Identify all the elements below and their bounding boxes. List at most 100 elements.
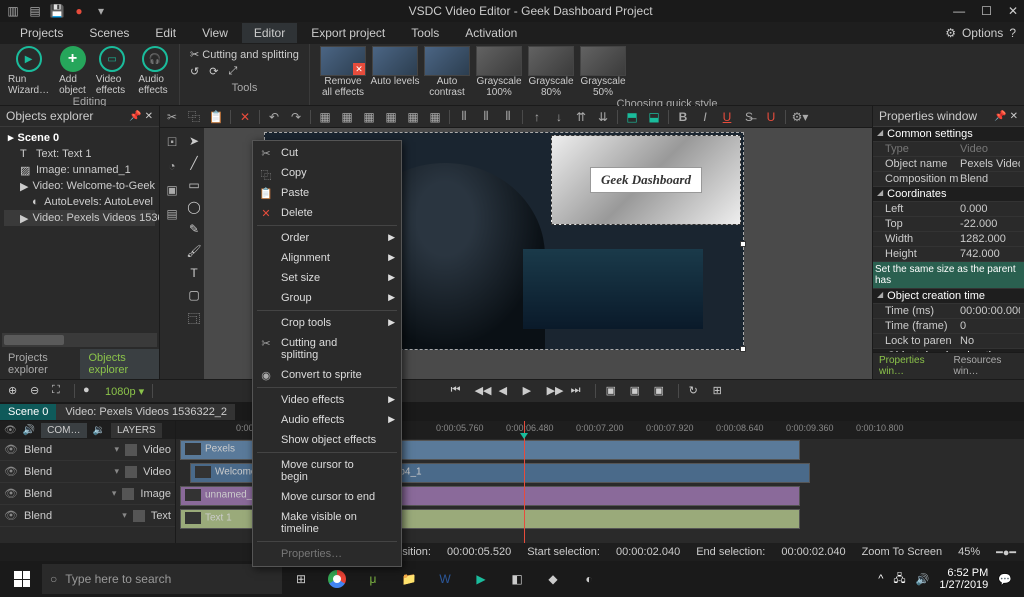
scene-tab[interactable]: Scene 0 <box>0 404 57 420</box>
st-brush-icon[interactable]: 🖌 <box>186 244 201 258</box>
tb-align2-icon[interactable]: ▦ <box>339 109 355 125</box>
style-auto-contrast[interactable]: Auto contrast <box>422 46 472 98</box>
tp-last-icon[interactable]: ⏭ <box>571 384 585 398</box>
tab-properties[interactable]: Properties win… <box>873 353 948 379</box>
tb-strike-icon[interactable]: S̶ <box>741 109 757 125</box>
ctx-cut-split[interactable]: ✂Cutting and splitting <box>253 333 401 365</box>
tp-mark1-icon[interactable]: ▣ <box>606 384 620 398</box>
tb-app1-icon[interactable]: ◧ <box>500 564 534 594</box>
track-header-3[interactable]: 👁Blend▾Image <box>0 483 175 505</box>
tb-order1-icon[interactable]: ↑ <box>529 109 545 125</box>
tab-resources[interactable]: Resources win… <box>948 353 1024 379</box>
tree-text-item[interactable]: TText: Text 1 <box>4 146 155 162</box>
ctx-sprite[interactable]: ◉Convert to sprite <box>253 365 401 385</box>
tb-dist1-icon[interactable]: ⫴ <box>456 109 472 125</box>
qat-open-icon[interactable]: ▤ <box>28 4 42 18</box>
props-pin-icon[interactable]: 📌 ✕ <box>994 111 1018 122</box>
style-auto-levels[interactable]: Auto levels <box>370 46 420 98</box>
st-ellipse-icon[interactable]: ◯ <box>187 200 200 214</box>
tp-mark3-icon[interactable]: ▣ <box>654 384 668 398</box>
lock-field[interactable]: No <box>960 335 1020 347</box>
ctx-cursor-begin[interactable]: Move cursor to begin <box>253 455 401 487</box>
tb-align4-icon[interactable]: ▦ <box>383 109 399 125</box>
menu-scenes[interactable]: Scenes <box>77 23 141 43</box>
tp-fwd-icon[interactable]: ▶▶ <box>547 384 561 398</box>
gear-icon[interactable]: ⚙ <box>945 26 956 40</box>
tb-dist3-icon[interactable]: ⫴ <box>500 109 516 125</box>
ctx-visible[interactable]: Make visible on timeline <box>253 507 401 539</box>
help-icon[interactable]: ? <box>1009 26 1016 40</box>
ctx-paste[interactable]: 📋Paste <box>253 183 401 203</box>
tray-up-icon[interactable]: ^ <box>878 573 883 585</box>
tb-chrome-icon[interactable] <box>320 564 354 594</box>
tray-net-icon[interactable]: 🖧 <box>893 570 905 589</box>
rotate-icon[interactable]: ⟳ <box>209 65 218 78</box>
ctx-cursor-end[interactable]: Move cursor to end <box>253 487 401 507</box>
ctx-show-fx[interactable]: Show object effects <box>253 430 401 450</box>
qat-record-icon[interactable]: ● <box>72 4 86 18</box>
tab-objects-explorer[interactable]: Objects explorer <box>80 349 159 379</box>
tb-more-icon[interactable]: ⚙▾ <box>792 109 808 125</box>
style-gray-50[interactable]: Grayscale 50% <box>578 46 628 98</box>
tp-snap-icon[interactable]: ⊞ <box>713 384 727 398</box>
playhead[interactable] <box>524 421 525 543</box>
pg-oct-header[interactable]: Object creation time <box>873 289 1024 304</box>
tb-explorer-icon[interactable]: 📁 <box>392 564 426 594</box>
tp-zoom-out-icon[interactable]: ⊖ <box>30 384 44 398</box>
cutting-splitting-button[interactable]: ✂ Cutting and splitting <box>190 48 299 61</box>
st-chart-icon[interactable]: ⿹ <box>188 310 200 327</box>
vt-chart2-icon[interactable]: ◔ <box>164 158 180 174</box>
zoom-slider[interactable]: ━●━ <box>996 546 1016 559</box>
style-gray-80[interactable]: Grayscale 80% <box>526 46 576 98</box>
tb-dist2-icon[interactable]: ⫴ <box>478 109 494 125</box>
tb-delete-icon[interactable]: ✕ <box>237 109 253 125</box>
ctx-crop[interactable]: Crop tools▶ <box>253 313 401 333</box>
qat-options-icon[interactable]: ▾ <box>94 4 108 18</box>
tb-italic-icon[interactable]: I <box>697 109 713 125</box>
th-com-tab[interactable]: COM… <box>41 423 86 438</box>
minimize-button[interactable]: — <box>953 4 965 18</box>
tp-rec-icon[interactable]: ● <box>83 384 97 398</box>
tb-order3-icon[interactable]: ⇈ <box>573 109 589 125</box>
track-header-4[interactable]: 👁Blend▾Text <box>0 505 175 527</box>
start-button[interactable] <box>4 564 40 594</box>
ctx-alignment[interactable]: Alignment▶ <box>253 248 401 268</box>
st-pen-icon[interactable]: ✎ <box>189 222 199 236</box>
style-gray-100[interactable]: Grayscale 100% <box>474 46 524 98</box>
tb-order2-icon[interactable]: ↓ <box>551 109 567 125</box>
add-object-button[interactable]: +Add object <box>59 46 86 96</box>
th-eye-icon[interactable]: 👁 <box>4 425 17 436</box>
track-header-1[interactable]: 👁Blend▾Video <box>0 439 175 461</box>
ctx-cut[interactable]: ✂Cut <box>253 143 401 163</box>
top-field[interactable]: -22.000 <box>960 218 1020 230</box>
ctx-copy[interactable]: ⿻Copy <box>253 163 401 183</box>
run-wizard-button[interactable]: ▶Run Wizard… <box>8 46 49 96</box>
tab-projects-explorer[interactable]: Projects explorer <box>0 349 80 379</box>
qat-new-icon[interactable]: ▥ <box>6 4 20 18</box>
tree-autolevels-item[interactable]: ◐AutoLevels: AutoLevel <box>4 194 155 210</box>
tp-play-icon[interactable]: ▶ <box>523 384 537 398</box>
audio-effects-button[interactable]: 🎧Audio effects <box>138 46 171 96</box>
tp-zoom-in-icon[interactable]: ⊕ <box>8 384 22 398</box>
tb-utorrent-icon[interactable]: μ <box>356 564 390 594</box>
title-overlay[interactable]: Geek Dashboard <box>551 135 741 225</box>
tp-prev-icon[interactable]: ◀◀ <box>475 384 489 398</box>
maximize-button[interactable]: ☐ <box>981 4 992 18</box>
vt-chart4-icon[interactable]: ▤ <box>164 206 180 222</box>
tb-align3-icon[interactable]: ▦ <box>361 109 377 125</box>
composition-field[interactable]: Blend <box>960 173 1020 185</box>
height-field[interactable]: 742.000 <box>960 248 1020 260</box>
qat-save-icon[interactable]: 💾 <box>50 4 64 18</box>
menu-view[interactable]: View <box>190 23 240 43</box>
st-rect-icon[interactable]: ▭ <box>188 178 199 192</box>
tree-hscroll[interactable] <box>2 333 157 347</box>
tb-app2-icon[interactable]: ◆ <box>536 564 570 594</box>
clip-tab[interactable]: Video: Pexels Videos 1536322_2 <box>57 404 235 420</box>
tb-paste-icon[interactable]: 📋 <box>208 109 224 125</box>
tree-video-item[interactable]: ▶Video: Welcome-to-Geek <box>4 178 155 194</box>
object-name-field[interactable]: Pexels Videos 1 <box>960 158 1020 170</box>
tb-align5-icon[interactable]: ▦ <box>405 109 421 125</box>
video-effects-button[interactable]: ▭Video effects <box>96 46 129 96</box>
taskbar-search[interactable]: ○Type here to search <box>42 564 282 594</box>
tp-back-icon[interactable]: ◀ <box>499 384 513 398</box>
